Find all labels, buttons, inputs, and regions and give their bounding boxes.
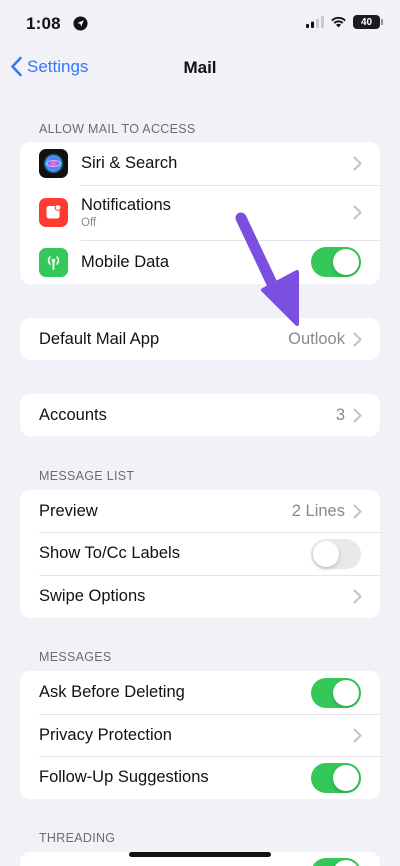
section-header-threading: THREADING xyxy=(39,831,116,845)
accounts-label: Accounts xyxy=(39,405,107,424)
ask-before-deleting-toggle[interactable] xyxy=(311,677,361,708)
show-to-cc-labels-toggle[interactable] xyxy=(311,538,361,569)
page-title: Mail xyxy=(183,58,217,77)
ask-before-deleting-label: Ask Before Deleting xyxy=(39,683,185,701)
battery-indicator: 40 xyxy=(353,15,383,29)
chevron-right-icon xyxy=(353,589,362,604)
preview-row[interactable]: Preview 2 Lines xyxy=(20,490,380,532)
mobile-data-row: Mobile Data xyxy=(20,240,380,284)
chevron-right-icon xyxy=(353,156,362,171)
home-indicator[interactable] xyxy=(129,852,271,857)
wifi-icon xyxy=(331,16,346,28)
notifications-status: Off xyxy=(81,217,97,229)
preview-label: Preview xyxy=(39,501,98,520)
status-bar: 1:08 40 xyxy=(0,0,400,48)
message-list-group: Preview 2 Lines Show To/Cc Labels Swipe … xyxy=(20,490,380,618)
accounts-group: Accounts 3 xyxy=(20,394,380,436)
default-mail-app-value: Outlook xyxy=(288,329,345,348)
battery-level: 40 xyxy=(360,16,373,28)
ask-before-deleting-row: Ask Before Deleting xyxy=(20,671,380,714)
follow-up-suggestions-label: Follow-Up Suggestions xyxy=(39,768,209,786)
status-time: 1:08 xyxy=(26,14,61,33)
section-header-messages: MESSAGES xyxy=(39,650,112,664)
messages-group: Ask Before Deleting Privacy Protection F… xyxy=(20,671,380,799)
default-mail-app-row[interactable]: Default Mail App Outlook xyxy=(20,318,380,360)
chevron-right-icon xyxy=(353,728,362,742)
threading-toggle[interactable] xyxy=(311,858,361,866)
mobile-data-toggle[interactable] xyxy=(311,247,361,277)
chevron-right-icon xyxy=(353,332,362,346)
privacy-protection-row[interactable]: Privacy Protection xyxy=(20,714,380,756)
navigation-bar: Settings Mail xyxy=(0,48,400,92)
status-indicators: 40 xyxy=(306,15,383,29)
default-mail-app-group: Default Mail App Outlook xyxy=(20,318,380,360)
siri-icon xyxy=(39,149,68,178)
mobile-data-label: Mobile Data xyxy=(81,252,170,271)
chevron-right-icon xyxy=(353,205,362,220)
location-icon xyxy=(73,16,88,31)
antenna-icon xyxy=(39,247,68,277)
notifications-icon xyxy=(39,198,68,227)
siri-search-label: Siri & Search xyxy=(81,154,178,172)
swipe-options-row[interactable]: Swipe Options xyxy=(20,575,380,618)
default-mail-app-label: Default Mail App xyxy=(39,329,160,348)
privacy-protection-label: Privacy Protection xyxy=(39,725,172,744)
notifications-row[interactable]: Notifications Off xyxy=(20,185,380,240)
follow-up-suggestions-row: Follow-Up Suggestions xyxy=(20,756,380,799)
section-header-message-list: MESSAGE LIST xyxy=(39,469,135,483)
show-to-cc-labels-label: Show To/Cc Labels xyxy=(39,544,180,562)
swipe-options-label: Swipe Options xyxy=(39,587,146,605)
accounts-row[interactable]: Accounts 3 xyxy=(20,394,380,436)
preview-value: 2 Lines xyxy=(291,501,345,520)
notifications-label: Notifications xyxy=(81,196,171,214)
accounts-count: 3 xyxy=(335,405,345,424)
access-group: Siri & Search Notifications Off Mobile D… xyxy=(20,142,380,284)
chevron-right-icon xyxy=(353,504,362,518)
section-header-access: ALLOW MAIL TO ACCESS xyxy=(39,122,196,136)
chevron-right-icon xyxy=(353,408,362,422)
siri-search-row[interactable]: Siri & Search xyxy=(20,142,380,185)
follow-up-suggestions-toggle[interactable] xyxy=(311,762,361,793)
show-to-cc-labels-row: Show To/Cc Labels xyxy=(20,532,380,575)
cellular-signal-icon xyxy=(306,16,324,28)
